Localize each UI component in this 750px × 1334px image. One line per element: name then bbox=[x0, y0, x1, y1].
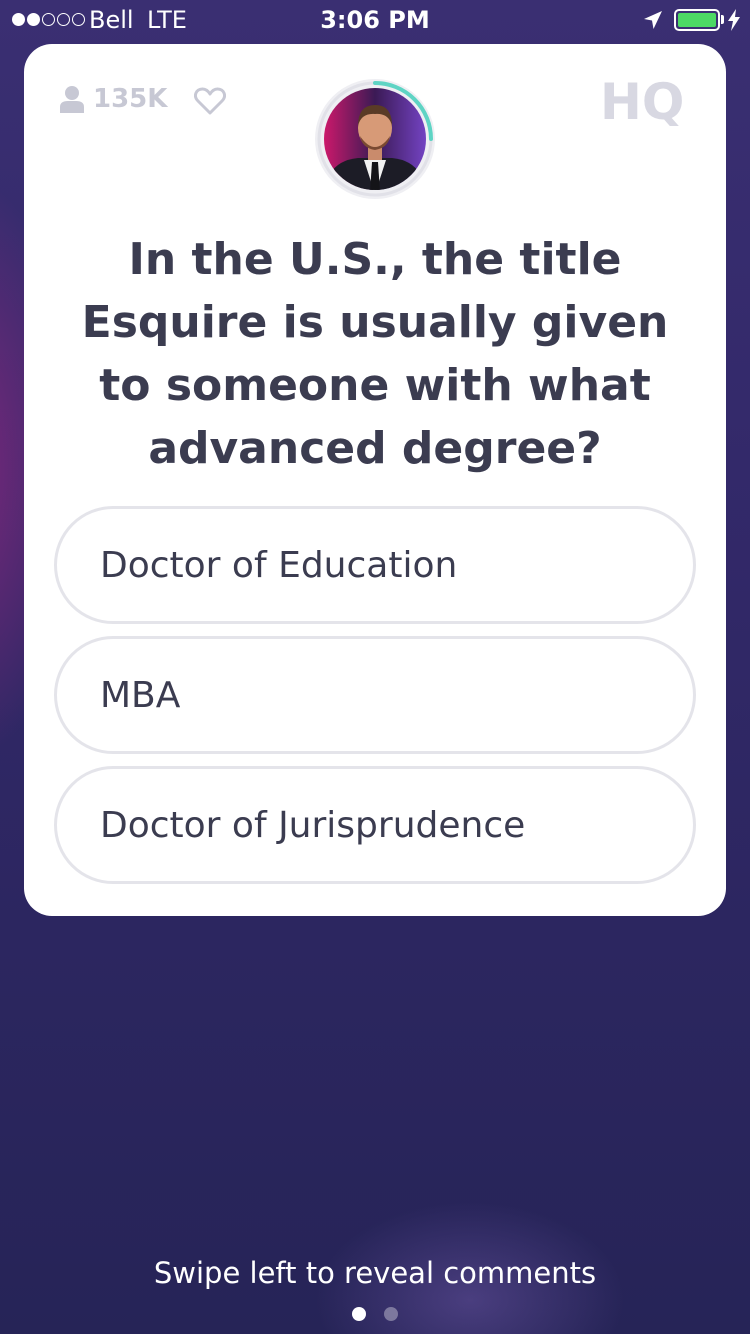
charging-bolt-icon bbox=[728, 9, 740, 31]
viewer-count-group: 135K bbox=[60, 84, 167, 114]
svg-text:HQ: HQ bbox=[600, 74, 684, 126]
host-avatar bbox=[315, 79, 435, 199]
page-indicator[interactable] bbox=[352, 1307, 398, 1321]
battery-level bbox=[678, 13, 716, 27]
page-dot bbox=[384, 1307, 398, 1321]
hq-logo: HQ bbox=[600, 74, 684, 126]
heart-icon[interactable] bbox=[194, 87, 226, 115]
user-icon bbox=[60, 86, 84, 113]
answer-option-1[interactable]: Doctor of Education bbox=[54, 506, 696, 624]
status-bar: Bell LTE 3:06 PM bbox=[0, 0, 750, 40]
viewer-count: 135K bbox=[93, 84, 168, 114]
battery-icon bbox=[674, 9, 720, 31]
location-arrow-icon bbox=[644, 11, 662, 29]
page-dot-active bbox=[352, 1307, 366, 1321]
battery-tip bbox=[721, 15, 724, 24]
swipe-hint: Swipe left to reveal comments bbox=[153, 1256, 597, 1290]
status-time: 3:06 PM bbox=[320, 6, 430, 34]
question-text: In the U.S., the title Esquire is usuall… bbox=[81, 234, 669, 474]
answer-option-3[interactable]: Doctor of Jurisprudence bbox=[54, 766, 696, 884]
answer-option-2[interactable]: MBA bbox=[54, 636, 696, 754]
question-card: 135K HQ In the U.S., the title Esquire i… bbox=[24, 44, 726, 916]
